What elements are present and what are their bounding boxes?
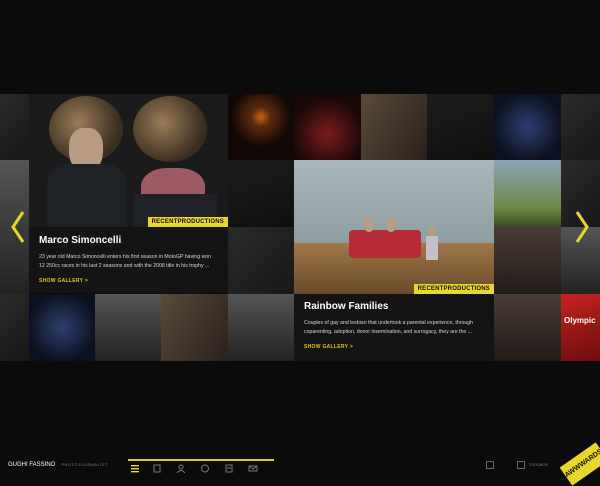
feature-photo[interactable]: RECENTPRODUCTIONS [29, 94, 228, 227]
feature-card-marco[interactable]: RECENTPRODUCTIONS Marco Simoncelli 23 ye… [29, 94, 228, 293]
awards-badge[interactable]: AWWWARDS [559, 442, 600, 486]
document-icon[interactable] [224, 464, 234, 473]
brand-subtitle: PHOTOJOURNALIST [61, 462, 108, 467]
show-gallery-link[interactable]: SHOW GALLERY > [39, 278, 218, 284]
brand-logo[interactable]: GUGHI FASSINO PHOTOJOURNALIST [8, 462, 108, 468]
user-icon[interactable] [176, 464, 186, 473]
feature-info: Rainbow Families Couples of gay and lesb… [294, 301, 494, 350]
photo-tile[interactable] [29, 294, 95, 361]
photo-tile[interactable] [361, 94, 427, 160]
photo-tile[interactable] [0, 94, 29, 160]
olympic-text: Olympic [564, 316, 596, 325]
feature-info: Marco Simoncelli 23 year old Marco Simon… [29, 235, 228, 284]
show-gallery-link[interactable]: SHOW GALLERY > [304, 344, 484, 350]
menu-icon[interactable] [130, 464, 140, 473]
photo-tile[interactable] [0, 294, 29, 361]
main-nav [128, 459, 274, 475]
photo-tile[interactable]: Olympic [561, 294, 600, 361]
gallery-icon[interactable] [152, 464, 162, 473]
photo-tile[interactable] [294, 94, 361, 160]
feature-photo[interactable]: RECENTPRODUCTIONS [294, 160, 494, 294]
mail-icon[interactable] [248, 464, 258, 473]
photo-tile[interactable] [494, 94, 561, 160]
feature-description: 23 year old Marco Simoncelli enters his … [39, 254, 212, 269]
previous-button[interactable] [10, 210, 26, 244]
photo-tile[interactable] [494, 294, 561, 361]
photo-tile[interactable] [494, 227, 561, 294]
brand-name: GUGHI FASSINO [8, 462, 56, 468]
fullscreen-icon[interactable] [485, 461, 494, 469]
photo-tile[interactable] [228, 294, 294, 361]
toolbox-icon[interactable] [516, 461, 525, 469]
photo-tile[interactable] [161, 294, 228, 361]
photo-tile[interactable] [427, 94, 494, 160]
photo-tile[interactable] [228, 227, 294, 294]
globe-icon[interactable] [200, 464, 210, 473]
photo-tile[interactable] [561, 94, 600, 160]
photo-tile[interactable] [494, 160, 561, 227]
photo-tile[interactable] [228, 94, 294, 160]
photo-mosaic: RECENTPRODUCTIONS Marco Simoncelli 23 ye… [0, 94, 600, 361]
toolbox-label[interactable]: TOOLBOX [529, 462, 548, 467]
chevron-right-icon [575, 211, 589, 243]
feature-title: Marco Simoncelli [39, 235, 122, 246]
chevron-left-icon [11, 211, 25, 243]
feature-card-rainbow[interactable]: RECENTPRODUCTIONS Rainbow Families Coupl… [294, 160, 494, 361]
recent-productions-badge: RECENTPRODUCTIONS [413, 284, 494, 294]
feature-title: Rainbow Families [304, 301, 389, 312]
photo-tile[interactable] [228, 160, 294, 227]
toolbar-right: TOOLBOX [482, 461, 548, 469]
feature-description: Couples of gay and lesbian that undertoo… [304, 320, 473, 335]
photo-tile[interactable] [95, 294, 161, 361]
bottom-bar: GUGHI FASSINO PHOTOJOURNALIST TOOLBOX AWW… [0, 442, 600, 486]
next-button[interactable] [574, 210, 590, 244]
recent-productions-badge: RECENTPRODUCTIONS [147, 217, 228, 227]
